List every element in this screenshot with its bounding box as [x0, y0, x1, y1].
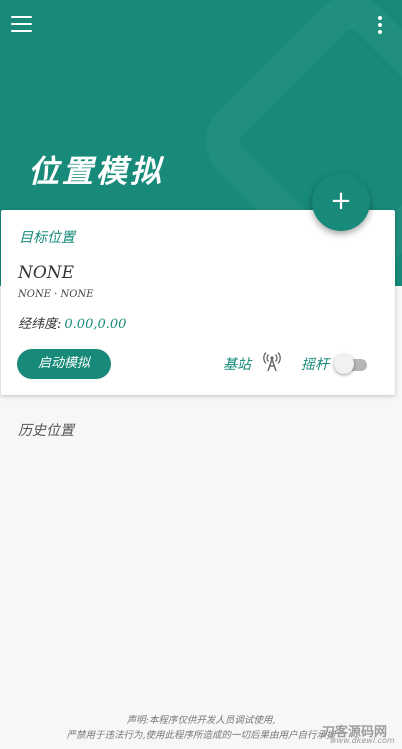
antenna-icon[interactable]	[263, 352, 281, 372]
target-location-card: 目标位置 NONE NONE · NONE 经纬度: 0.00,0.00 启动模拟…	[1, 210, 395, 395]
corner-watermark-url: www.dkewl.com	[330, 736, 395, 745]
coordinates-label: 经纬度:	[18, 317, 62, 332]
joystick-label: 摇杆	[301, 357, 329, 373]
base-station-label[interactable]: 基站	[223, 354, 251, 374]
add-location-button[interactable]: +	[312, 173, 370, 231]
location-name: NONE	[18, 263, 75, 283]
coordinates: 经纬度: 0.00,0.00	[18, 313, 126, 332]
toggle-thumb	[334, 354, 354, 374]
joystick-toggle[interactable]	[334, 353, 368, 375]
page-title: 位置模拟	[28, 154, 164, 190]
history-label: 历史位置	[18, 423, 74, 439]
more-vert-icon[interactable]	[372, 14, 388, 36]
card-title: 目标位置	[19, 230, 75, 246]
coordinates-value: 0.00,0.00	[64, 317, 127, 332]
start-simulation-button[interactable]: 启动模拟	[17, 349, 111, 379]
location-detail: NONE · NONE	[18, 289, 94, 300]
menu-icon[interactable]	[11, 15, 33, 33]
